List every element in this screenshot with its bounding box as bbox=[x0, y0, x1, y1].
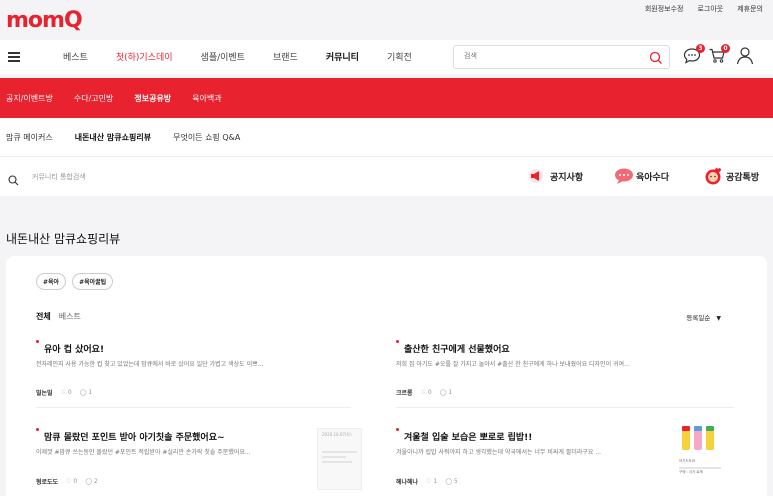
post-author: 헤나헤나 bbox=[396, 479, 419, 486]
like-count: ♡ 1 bbox=[426, 478, 438, 485]
nav-first-day[interactable]: 첫(하)기스데이 bbox=[116, 50, 173, 63]
post-title[interactable]: 겨울철 입술 보습은 뽀로로 립밥!! bbox=[404, 430, 532, 443]
sub-category-bar: 맘큐 메이커스 내돈내산 맘큐쇼핑리뷰 무엇이든 쇼핑 Q&A bbox=[0, 118, 773, 156]
post-meta: 크르롱 ♡ 0 ◯ 1 bbox=[396, 388, 452, 397]
sub-shopping-review[interactable]: 내돈내산 맘큐쇼핑리뷰 bbox=[75, 132, 151, 143]
partnership-link[interactable]: 제휴문의 bbox=[737, 4, 763, 14]
search-icon[interactable] bbox=[8, 171, 19, 190]
page-title: 내돈내산 맘큐쇼핑리뷰 bbox=[6, 232, 121, 246]
post-author: 형로도도 bbox=[36, 479, 59, 486]
post-title[interactable]: 유아 컵 샀어요! bbox=[44, 342, 104, 355]
comment-count: ◯ 2 bbox=[85, 478, 98, 485]
post-excerpt: 전자레인지 사용 가능한 컵 찾고 있었는데 맘큐에서 바로 샀어요 일단 가볍… bbox=[36, 361, 264, 368]
tab-all[interactable]: 전체 bbox=[36, 311, 51, 322]
content-area: 내돈내산 맘큐쇼핑리뷰 #육아 #육아꿀팁 전체 베스트 등록일순 ▼ 유아 컵 … bbox=[0, 196, 773, 496]
menu-icon[interactable] bbox=[8, 52, 20, 62]
like-count: ♡ 0 bbox=[420, 389, 432, 396]
list-tabs: 전체 베스트 bbox=[36, 311, 81, 322]
post-meta: 형로도도 ♡ 0 ◯ 2 bbox=[36, 477, 98, 486]
post-excerpt: 저희 집 아기도 #오를 잘 가지고 놀아서 #출산 한 친구에게 하나 보내줬… bbox=[396, 361, 630, 368]
post-meta: 밀논밀 ♡ 0 ◯ 1 bbox=[36, 388, 92, 397]
quick-notice[interactable]: 공지사항 bbox=[527, 167, 583, 185]
logout-link[interactable]: 로그아웃 bbox=[697, 4, 723, 14]
tag-parenting-tips[interactable]: #육아꿀팁 bbox=[72, 273, 114, 290]
logo[interactable]: momQ bbox=[6, 8, 83, 33]
chat-badge: 3 bbox=[696, 44, 705, 53]
cart-badge: 0 bbox=[721, 44, 730, 53]
comment-count: ◯ 1 bbox=[79, 389, 93, 396]
category-bar: 공지/이벤트방 수다/고민방 정보공유방 육아백과 bbox=[0, 78, 773, 118]
search-icon[interactable] bbox=[649, 50, 663, 69]
post-title[interactable]: 맘큐 몰랐던 포인트 받아 아기칫솔 주문했어요~ bbox=[44, 430, 225, 443]
cat-chat-worry[interactable]: 수다/고민방 bbox=[74, 93, 114, 104]
post-author: 밀논밀 bbox=[36, 390, 53, 397]
edit-profile-link[interactable]: 회원정보수정 bbox=[645, 4, 684, 14]
like-count: ♡ 0 bbox=[60, 389, 72, 396]
new-dot-icon bbox=[396, 340, 399, 343]
comment-count: ◯ 5 bbox=[445, 478, 458, 485]
search-input[interactable] bbox=[464, 52, 644, 60]
post-meta: 헤나헤나 ♡ 1 ◯ 5 bbox=[396, 477, 458, 486]
tag-list: #육아 #육아꿀팁 bbox=[36, 273, 114, 290]
post-title[interactable]: 출산한 친구에게 선물했어요 bbox=[404, 342, 510, 355]
post-item[interactable]: 유아 컵 샀어요! 전자레인지 사용 가능한 컵 찾고 있었는데 맘큐에서 바로… bbox=[36, 340, 371, 397]
cart-icon[interactable]: 0 bbox=[708, 44, 730, 68]
nav-special[interactable]: 기획전 bbox=[387, 50, 412, 63]
new-dot-icon bbox=[36, 428, 39, 431]
post-author: 크르롱 bbox=[396, 390, 413, 397]
review-card: #육아 #육아꿀팁 전체 베스트 등록일순 ▼ 유아 컵 샀어요! 전자레인지 사… bbox=[6, 256, 767, 496]
nav-community[interactable]: 커뮤니티 bbox=[326, 50, 359, 63]
sub-shopping-qa[interactable]: 무엇이든 쇼핑 Q&A bbox=[173, 132, 240, 143]
post-thumbnail[interactable]: 어기드도라 구매 : 사가 로케 bbox=[677, 424, 723, 490]
speech-bubble-icon bbox=[613, 167, 633, 185]
caret-down-icon: ▼ bbox=[716, 315, 721, 322]
new-dot-icon bbox=[36, 340, 39, 343]
nav-brand[interactable]: 브랜드 bbox=[273, 50, 298, 63]
cat-parenting-encyclopedia[interactable]: 육아백과 bbox=[192, 93, 221, 104]
nav-best[interactable]: 베스트 bbox=[63, 50, 88, 63]
divider bbox=[396, 407, 734, 408]
main-nav: 베스트 첫(하)기스데이 샘플/이벤트 브랜드 커뮤니티 기획전 bbox=[63, 50, 440, 63]
tag-parenting[interactable]: #육아 bbox=[36, 273, 67, 290]
post-thumbnail[interactable]: 2020.10.07(토) bbox=[317, 428, 362, 490]
nav-sample-event[interactable]: 샘플/이벤트 bbox=[201, 50, 245, 63]
post-item[interactable]: 출산한 친구에게 선물했어요 저희 집 아기도 #오를 잘 가지고 놀아서 #출… bbox=[396, 340, 731, 397]
new-dot-icon bbox=[396, 428, 399, 431]
user-icon[interactable] bbox=[736, 46, 754, 69]
sub-makers[interactable]: 맘큐 메이커스 bbox=[6, 132, 53, 143]
community-search-input[interactable]: 커뮤니티 통합검색 bbox=[32, 172, 86, 182]
community-search-strip: 커뮤니티 통합검색 공지사항 육아수다 공감톡방 bbox=[0, 156, 773, 196]
quick-parenting-chat[interactable]: 육아수다 bbox=[613, 167, 669, 185]
divider bbox=[36, 407, 351, 408]
megaphone-icon bbox=[527, 167, 545, 185]
lip-balm-image bbox=[682, 426, 714, 450]
main-header: 베스트 첫(하)기스데이 샘플/이벤트 브랜드 커뮤니티 기획전 3 0 bbox=[0, 40, 773, 74]
utility-links: 회원정보수정 로그아웃 제휴문의 bbox=[645, 4, 763, 14]
post-excerpt: 겨울이니까 립밥 사줘야지 하고 생각했는데 약국에서는 너무 비싸게 팔더라구… bbox=[396, 449, 602, 456]
like-count: ♡ 0 bbox=[66, 478, 78, 485]
chat-icon[interactable]: 3 bbox=[683, 44, 705, 68]
search-box bbox=[453, 45, 670, 69]
comment-count: ◯ 1 bbox=[439, 389, 453, 396]
tab-best[interactable]: 베스트 bbox=[59, 311, 81, 322]
sort-dropdown[interactable]: 등록일순 ▼ bbox=[686, 312, 721, 322]
cat-info-share[interactable]: 정보공유방 bbox=[134, 93, 171, 104]
heart-face-icon bbox=[703, 167, 721, 185]
post-excerpt: 이제껏 #맘큐 쓰는동안 몰랐던 #포인트 적립받아 #실리만 손가락 칫솔 주… bbox=[36, 449, 251, 456]
quick-empathy-room[interactable]: 공감톡방 bbox=[703, 167, 759, 185]
cat-notice-event[interactable]: 공지/이벤트방 bbox=[6, 93, 53, 104]
